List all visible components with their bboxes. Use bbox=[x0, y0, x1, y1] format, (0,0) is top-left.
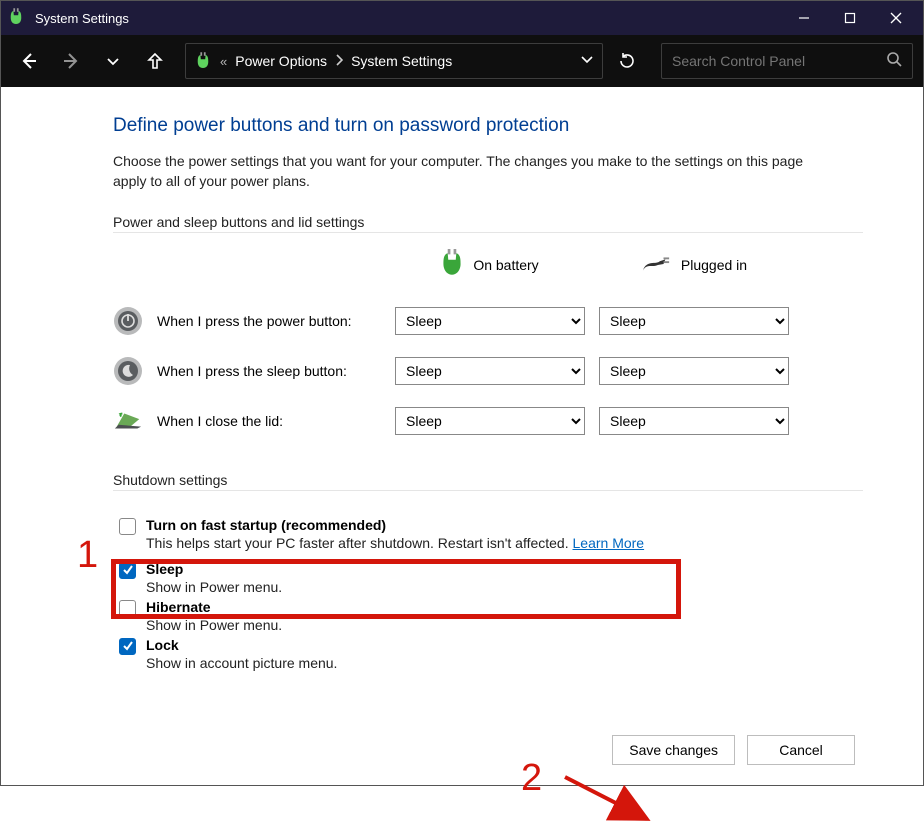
column-plugged-in: Plugged in bbox=[641, 248, 747, 291]
page-title: Define power buttons and turn on passwor… bbox=[113, 115, 863, 137]
lock-row: Lock Show in account picture menu. bbox=[119, 635, 863, 673]
lock-title: Lock bbox=[146, 637, 337, 653]
row-close-lid: When I close the lid: bbox=[113, 396, 381, 446]
window-title: System Settings bbox=[35, 11, 781, 26]
save-changes-button[interactable]: Save changes bbox=[612, 735, 735, 765]
fast-startup-sub: This helps start your PC faster after sh… bbox=[146, 535, 644, 551]
battery-icon bbox=[194, 51, 212, 71]
forward-button[interactable] bbox=[53, 43, 89, 79]
section2-title: Shutdown settings bbox=[113, 472, 863, 491]
breadcrumb-system-settings[interactable]: System Settings bbox=[351, 53, 452, 69]
footer-buttons: Save changes Cancel bbox=[113, 735, 863, 765]
fast-startup-title: Turn on fast startup (recommended) bbox=[146, 517, 644, 533]
lid-plugged-select[interactable]: Sleep bbox=[599, 407, 789, 435]
navigation-bar: « Power Options System Settings bbox=[1, 35, 923, 87]
fast-startup-row: Turn on fast startup (recommended) This … bbox=[119, 505, 863, 559]
sleep-row: Sleep Show in Power menu. bbox=[119, 559, 863, 597]
lid-battery-select[interactable]: Sleep bbox=[395, 407, 585, 435]
maximize-button[interactable] bbox=[827, 1, 873, 35]
refresh-button[interactable] bbox=[609, 43, 645, 79]
up-button[interactable] bbox=[137, 43, 173, 79]
sleep-checkbox[interactable] bbox=[119, 562, 136, 579]
content-area: Define power buttons and turn on passwor… bbox=[1, 87, 923, 785]
sleep-title: Sleep bbox=[146, 561, 282, 577]
breadcrumb-power-options[interactable]: Power Options bbox=[235, 53, 327, 69]
fast-startup-checkbox[interactable] bbox=[119, 518, 136, 535]
column-on-battery: On battery bbox=[441, 243, 538, 296]
plug-icon bbox=[641, 254, 671, 277]
annotation-1: 1 bbox=[77, 534, 98, 577]
sleep-battery-select[interactable]: Sleep bbox=[395, 357, 585, 385]
laptop-lid-icon bbox=[113, 406, 143, 436]
annotation-2: 2 bbox=[521, 757, 542, 800]
breadcrumb-bar[interactable]: « Power Options System Settings bbox=[185, 43, 603, 79]
lock-checkbox[interactable] bbox=[119, 638, 136, 655]
breadcrumb-chevron-icon bbox=[335, 54, 343, 69]
minimize-button[interactable] bbox=[781, 1, 827, 35]
sleep-plugged-select[interactable]: Sleep bbox=[599, 357, 789, 385]
close-button[interactable] bbox=[873, 1, 919, 35]
sleep-sub: Show in Power menu. bbox=[146, 579, 282, 595]
back-button[interactable] bbox=[11, 43, 47, 79]
search-box[interactable] bbox=[661, 43, 913, 79]
cancel-button[interactable]: Cancel bbox=[747, 735, 855, 765]
row-power-button: When I press the power button: bbox=[113, 296, 381, 346]
hibernate-title: Hibernate bbox=[146, 599, 282, 615]
search-input[interactable] bbox=[672, 53, 886, 69]
page-description: Choose the power settings that you want … bbox=[113, 151, 813, 192]
row-sleep-button: When I press the sleep button: bbox=[113, 346, 381, 396]
window-controls bbox=[781, 1, 919, 35]
section1-title: Power and sleep buttons and lid settings bbox=[113, 214, 863, 233]
hibernate-checkbox[interactable] bbox=[119, 600, 136, 617]
app-icon bbox=[9, 8, 25, 28]
search-icon[interactable] bbox=[886, 51, 902, 72]
lock-sub: Show in account picture menu. bbox=[146, 655, 337, 671]
recent-locations-button[interactable] bbox=[95, 43, 131, 79]
breadcrumb-dropdown-icon[interactable] bbox=[580, 52, 594, 71]
title-bar: System Settings bbox=[1, 1, 923, 35]
battery-icon bbox=[441, 249, 463, 282]
annotation-arrow bbox=[561, 771, 671, 831]
breadcrumb-root-chevron[interactable]: « bbox=[220, 54, 227, 69]
power-battery-select[interactable]: Sleep bbox=[395, 307, 585, 335]
hibernate-sub: Show in Power menu. bbox=[146, 617, 282, 633]
power-button-icon bbox=[113, 306, 143, 336]
sleep-button-icon bbox=[113, 356, 143, 386]
hibernate-row: Hibernate Show in Power menu. bbox=[119, 597, 863, 635]
learn-more-link[interactable]: Learn More bbox=[573, 535, 645, 551]
power-plugged-select[interactable]: Sleep bbox=[599, 307, 789, 335]
